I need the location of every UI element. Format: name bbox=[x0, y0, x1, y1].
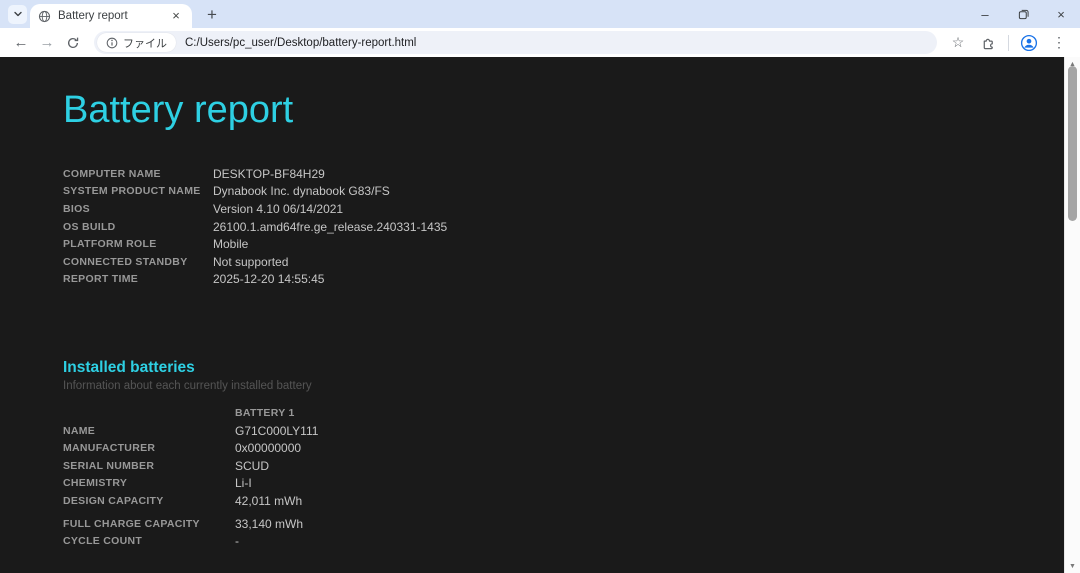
page-title: Battery report bbox=[63, 87, 1080, 133]
row-label: MANUFACTURER bbox=[63, 442, 235, 454]
reload-icon bbox=[66, 36, 80, 50]
row-value: 33,140 mWh bbox=[235, 517, 303, 531]
url-scheme-label: ファイル bbox=[123, 35, 167, 51]
toolbar-actions: ☆ ⋮ bbox=[945, 30, 1072, 56]
reload-button[interactable] bbox=[60, 30, 86, 56]
info-icon bbox=[106, 37, 118, 49]
table-row: BIOS Version 4.10 06/14/2021 bbox=[63, 200, 1080, 218]
toolbar-separator bbox=[1008, 35, 1009, 51]
row-value: Li-I bbox=[235, 476, 252, 490]
row-label: REPORT TIME bbox=[63, 273, 213, 285]
profile-avatar[interactable] bbox=[1016, 30, 1042, 56]
browser-tab[interactable]: Battery report × bbox=[30, 4, 192, 28]
row-value: 0x00000000 bbox=[235, 441, 301, 455]
row-value: Not supported bbox=[213, 255, 288, 269]
installed-batteries-section: Installed batteries Information about ea… bbox=[63, 359, 1080, 392]
section-subtitle: Information about each currently install… bbox=[63, 380, 1080, 392]
row-value: Dynabook Inc. dynabook G83/FS bbox=[213, 184, 390, 198]
row-value: 42,011 mWh bbox=[235, 494, 302, 508]
row-value: SCUD bbox=[235, 459, 269, 473]
table-row: CHEMISTRY Li-I bbox=[63, 475, 1080, 493]
row-label: CONNECTED STANDBY bbox=[63, 256, 213, 268]
minimize-button[interactable]: – bbox=[966, 0, 1004, 28]
tab-title: Battery report bbox=[58, 10, 161, 22]
scroll-down-icon[interactable]: ▼ bbox=[1065, 559, 1080, 573]
table-row: NAME G71C000LY111 bbox=[63, 422, 1080, 440]
row-label: CYCLE COUNT bbox=[63, 535, 235, 547]
row-value: Version 4.10 06/14/2021 bbox=[213, 202, 343, 216]
bookmark-star-icon[interactable]: ☆ bbox=[945, 30, 971, 56]
row-value: G71C000LY111 bbox=[235, 424, 318, 438]
extensions-button[interactable] bbox=[975, 30, 1001, 56]
url-scheme-chip[interactable]: ファイル bbox=[97, 33, 176, 52]
scrollbar-thumb[interactable] bbox=[1068, 66, 1077, 221]
close-window-button[interactable]: × bbox=[1042, 0, 1080, 28]
maximize-button[interactable] bbox=[1004, 0, 1042, 28]
forward-button[interactable]: → bbox=[34, 30, 60, 56]
row-label: COMPUTER NAME bbox=[63, 168, 213, 180]
row-label: BIOS bbox=[63, 203, 213, 215]
browser-menu-button[interactable]: ⋮ bbox=[1046, 30, 1072, 56]
row-label: PLATFORM ROLE bbox=[63, 238, 213, 250]
table-row: CONNECTED STANDBY Not supported bbox=[63, 253, 1080, 271]
section-heading: Installed batteries bbox=[63, 359, 1080, 377]
page-scrollbar[interactable]: ▲ ▼ bbox=[1064, 57, 1080, 573]
address-bar[interactable]: ファイル C:/Users/pc_user/Desktop/battery-re… bbox=[94, 31, 937, 54]
battery-table: BATTERY 1 NAME G71C000LY111 MANUFACTURER… bbox=[63, 404, 1080, 550]
table-row: REPORT TIME 2025-12-20 14:55:45 bbox=[63, 271, 1080, 289]
table-row: SERIAL NUMBER SCUD bbox=[63, 457, 1080, 475]
table-row: DESIGN CAPACITY 42,011 mWh bbox=[63, 492, 1080, 510]
row-label: OS BUILD bbox=[63, 221, 213, 233]
avatar-icon bbox=[1020, 34, 1038, 52]
table-row: OS BUILD 26100.1.amd64fre.ge_release.240… bbox=[63, 218, 1080, 236]
url-text: C:/Users/pc_user/Desktop/battery-report.… bbox=[185, 37, 416, 49]
table-row: CYCLE COUNT - bbox=[63, 532, 1080, 550]
chevron-down-icon bbox=[13, 9, 23, 19]
battery-report-page: Battery report COMPUTER NAME DESKTOP-BF8… bbox=[0, 57, 1080, 573]
row-value: 2025-12-20 14:55:45 bbox=[213, 272, 324, 286]
row-label: NAME bbox=[63, 425, 235, 437]
back-button[interactable]: ← bbox=[8, 30, 34, 56]
table-row: SYSTEM PRODUCT NAME Dynabook Inc. dynabo… bbox=[63, 183, 1080, 201]
row-label: SYSTEM PRODUCT NAME bbox=[63, 185, 213, 197]
tab-strip: Battery report × + – × bbox=[0, 0, 1080, 28]
row-value: Mobile bbox=[213, 237, 248, 251]
row-label: FULL CHARGE CAPACITY bbox=[63, 518, 235, 530]
puzzle-icon bbox=[981, 35, 996, 50]
globe-icon bbox=[38, 10, 51, 23]
table-row: COMPUTER NAME DESKTOP-BF84H29 bbox=[63, 165, 1080, 183]
table-row: PLATFORM ROLE Mobile bbox=[63, 235, 1080, 253]
table-row: FULL CHARGE CAPACITY 33,140 mWh bbox=[63, 515, 1080, 533]
battery-table-header: BATTERY 1 bbox=[63, 404, 1080, 422]
new-tab-button[interactable]: + bbox=[200, 3, 224, 27]
table-row: MANUFACTURER 0x00000000 bbox=[63, 439, 1080, 457]
row-label: DESIGN CAPACITY bbox=[63, 495, 235, 507]
row-value: - bbox=[235, 534, 239, 548]
restore-icon bbox=[1018, 9, 1029, 20]
tab-search-button[interactable] bbox=[8, 5, 27, 24]
battery-column-header: BATTERY 1 bbox=[235, 407, 295, 419]
window-controls: – × bbox=[966, 0, 1080, 28]
row-label: SERIAL NUMBER bbox=[63, 460, 235, 472]
row-label: CHEMISTRY bbox=[63, 477, 235, 489]
row-value: DESKTOP-BF84H29 bbox=[213, 167, 325, 181]
browser-toolbar: ← → ファイル C:/Users/pc_user/Desktop/batter… bbox=[0, 28, 1080, 57]
row-value: 26100.1.amd64fre.ge_release.240331-1435 bbox=[213, 220, 447, 234]
system-info-table: COMPUTER NAME DESKTOP-BF84H29 SYSTEM PRO… bbox=[63, 165, 1080, 288]
tab-close-icon[interactable]: × bbox=[168, 8, 184, 24]
